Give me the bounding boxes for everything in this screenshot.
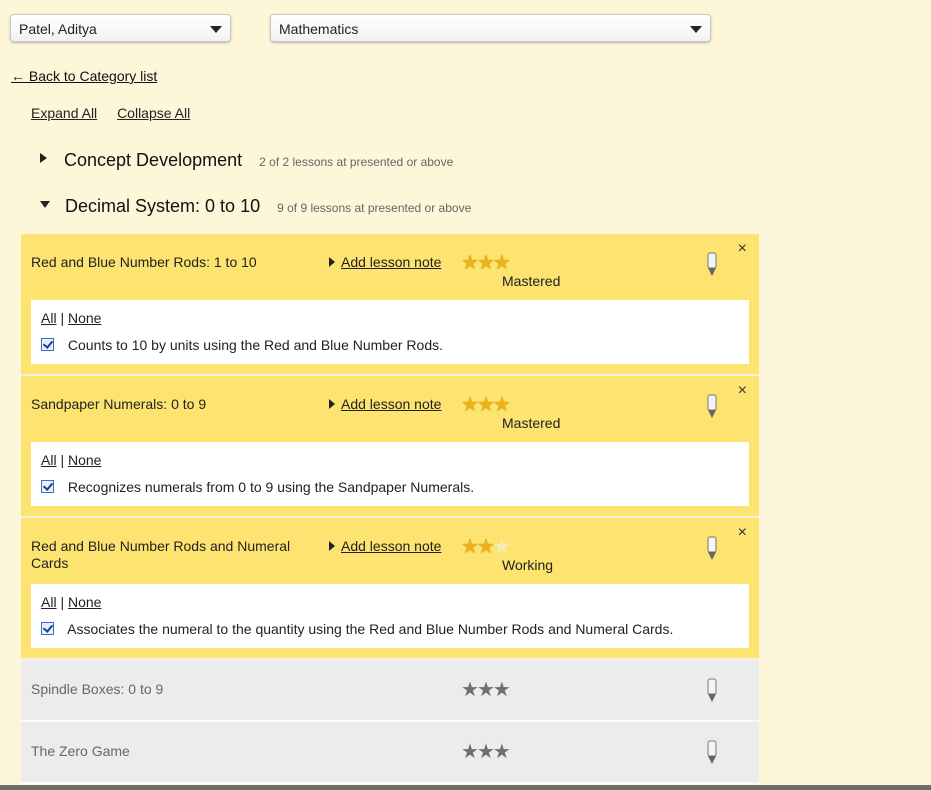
star-icon[interactable]: ★	[493, 741, 511, 763]
close-icon[interactable]: ×	[738, 240, 747, 258]
objective-text: Recognizes numerals from 0 to 9 using th…	[67, 479, 475, 495]
star-rating[interactable]: ★★★	[461, 536, 511, 558]
star-rating[interactable]: ★★★	[461, 394, 511, 416]
star-icon[interactable]: ★	[461, 394, 479, 416]
pencil-icon[interactable]	[705, 252, 719, 278]
category-name: Decimal System: 0 to 10	[65, 196, 261, 216]
lesson-title: The Zero Game	[31, 743, 130, 759]
expand-arrow-icon	[329, 257, 335, 267]
star-rating[interactable]: ★★★	[461, 679, 511, 701]
star-icon[interactable]: ★	[477, 252, 495, 274]
select-all-none: All | None	[41, 310, 101, 326]
star-rating[interactable]: ★★★	[461, 252, 511, 274]
lesson-panel: Red and Blue Number Rods: 1 to 10 Add le…	[21, 234, 759, 376]
separator: |	[60, 310, 65, 326]
lesson-status: Working	[502, 557, 554, 573]
separator: |	[60, 452, 65, 468]
add-lesson-note-link[interactable]: Add lesson note	[329, 254, 441, 270]
pencil-icon[interactable]	[705, 740, 719, 766]
lesson-details: All | None Associates the numeral to the…	[31, 584, 749, 648]
page: Patel, Aditya Mathematics ← Back to Cate…	[0, 0, 931, 790]
bottom-scroll-edge	[0, 785, 931, 790]
star-icon[interactable]: ★	[477, 741, 495, 763]
pencil-icon[interactable]	[705, 394, 719, 420]
lesson-panel: Red and Blue Number Rods and Numeral Car…	[21, 518, 759, 660]
lesson-status: Mastered	[502, 273, 561, 289]
objective-text: Associates the numeral to the quantity u…	[67, 621, 674, 637]
select-all-none: All | None	[41, 452, 101, 468]
objective-checkbox[interactable]	[41, 480, 54, 493]
category-decimal-system[interactable]: Decimal System: 0 to 10 9 of 9 lessons a…	[40, 196, 471, 217]
lesson-title: Red and Blue Number Rods: 1 to 10	[31, 254, 257, 270]
lesson-details: All | None Counts to 10 by units using t…	[31, 300, 749, 364]
select-none-link[interactable]: None	[68, 594, 101, 610]
close-icon[interactable]: ×	[738, 524, 747, 542]
objective-checkbox[interactable]	[41, 622, 54, 635]
expand-arrow-icon	[329, 399, 335, 409]
star-icon[interactable]: ★	[461, 536, 479, 558]
separator: |	[60, 594, 65, 610]
subject-select-value: Mathematics	[279, 21, 359, 37]
select-all-link[interactable]: All	[41, 452, 57, 468]
star-icon[interactable]: ★	[477, 536, 495, 558]
collapse-all-link[interactable]: Collapse All	[117, 105, 190, 121]
expand-controls: Expand All Collapse All	[31, 105, 206, 121]
pencil-icon[interactable]	[705, 678, 719, 704]
objective-item: Associates the numeral to the quantity u…	[41, 621, 673, 637]
star-icon[interactable]: ★	[493, 536, 511, 558]
category-name: Concept Development	[64, 150, 243, 170]
expand-arrow-icon[interactable]	[40, 153, 47, 163]
category-concept-development[interactable]: Concept Development 2 of 2 lessons at pr…	[40, 150, 453, 171]
chevron-down-icon	[210, 26, 222, 33]
star-icon[interactable]: ★	[461, 741, 479, 763]
subject-select[interactable]: Mathematics	[270, 14, 711, 42]
star-icon[interactable]: ★	[461, 679, 479, 701]
star-icon[interactable]: ★	[493, 679, 511, 701]
back-to-category-link[interactable]: ← Back to Category list	[11, 68, 157, 84]
close-icon[interactable]: ×	[738, 382, 747, 400]
select-all-link[interactable]: All	[41, 310, 57, 326]
objective-item: Recognizes numerals from 0 to 9 using th…	[41, 479, 474, 495]
star-rating[interactable]: ★★★	[461, 741, 511, 763]
chevron-down-icon	[690, 26, 702, 33]
collapse-arrow-icon[interactable]	[40, 201, 50, 208]
expand-arrow-icon	[329, 541, 335, 551]
objective-checkbox[interactable]	[41, 338, 54, 351]
lesson-details: All | None Recognizes numerals from 0 to…	[31, 442, 749, 506]
add-lesson-note-link[interactable]: Add lesson note	[329, 396, 441, 412]
student-select-value: Patel, Aditya	[19, 21, 97, 37]
select-all-none: All | None	[41, 594, 101, 610]
student-select[interactable]: Patel, Aditya	[10, 14, 231, 42]
expand-all-link[interactable]: Expand All	[31, 105, 97, 121]
select-none-link[interactable]: None	[68, 452, 101, 468]
pencil-icon[interactable]	[705, 536, 719, 562]
lesson-panel: Sandpaper Numerals: 0 to 9 Add lesson no…	[21, 376, 759, 518]
lesson-status: Mastered	[502, 415, 561, 431]
select-all-link[interactable]: All	[41, 594, 57, 610]
lesson-title: Spindle Boxes: 0 to 9	[31, 681, 164, 697]
star-icon[interactable]: ★	[461, 252, 479, 274]
lesson-panel-inactive[interactable]: The Zero Game ★★★	[21, 722, 759, 784]
objective-item: Counts to 10 by units using the Red and …	[41, 337, 443, 353]
add-lesson-note-link[interactable]: Add lesson note	[329, 538, 441, 554]
lesson-title: Sandpaper Numerals: 0 to 9	[31, 396, 207, 412]
objective-text: Counts to 10 by units using the Red and …	[67, 337, 443, 353]
star-icon[interactable]: ★	[477, 679, 495, 701]
select-none-link[interactable]: None	[68, 310, 101, 326]
star-icon[interactable]: ★	[493, 394, 511, 416]
lesson-list: Red and Blue Number Rods: 1 to 10 Add le…	[21, 234, 759, 784]
star-icon[interactable]: ★	[493, 252, 511, 274]
category-count: 2 of 2 lessons at presented or above	[259, 155, 454, 169]
lesson-panel-inactive[interactable]: Spindle Boxes: 0 to 9 ★★★	[21, 660, 759, 722]
category-count: 9 of 9 lessons at presented or above	[277, 201, 472, 215]
star-icon[interactable]: ★	[477, 394, 495, 416]
lesson-title: Red and Blue Number Rods and Numeral Car…	[31, 538, 291, 571]
